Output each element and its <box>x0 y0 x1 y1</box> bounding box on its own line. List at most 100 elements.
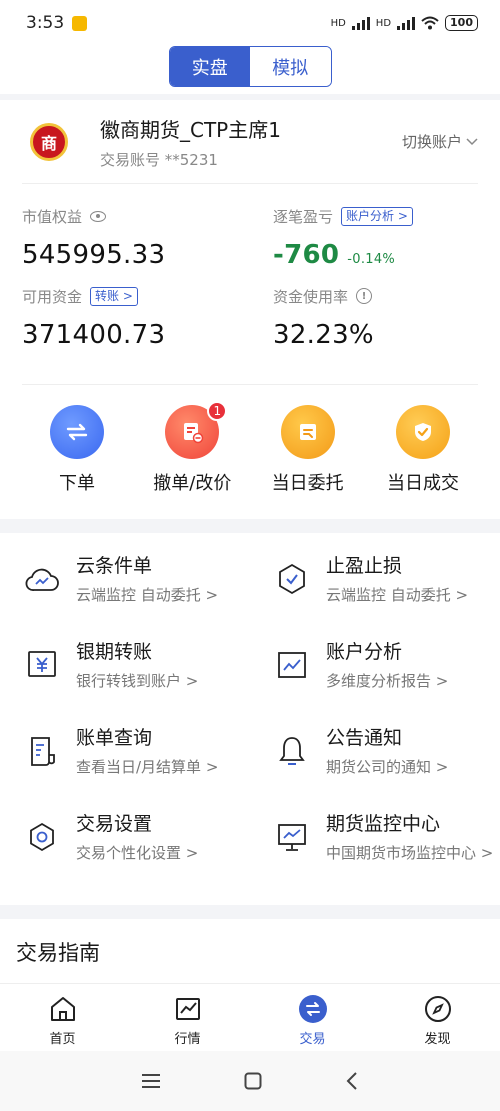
monitor-title: 期货监控中心 <box>326 813 441 835</box>
account-name: 徽商期货_CTP主席1 <box>100 117 281 142</box>
order-icon <box>50 405 104 459</box>
signal-icon-1 <box>351 16 370 30</box>
switch-account-label: 切换账户 <box>401 133 462 151</box>
analysis-sub: 多维度分析报告 > <box>326 672 449 690</box>
cloud-title: 云条件单 <box>76 555 153 577</box>
quick-cancel[interactable]: 1 撤单/改价 <box>137 401 247 495</box>
menu-icon[interactable] <box>141 1073 161 1089</box>
wifi-icon <box>421 16 439 30</box>
settings-sub: 交易个性化设置 > <box>76 844 199 862</box>
guide-title: 交易指南 <box>16 941 100 965</box>
metric-pnl: 逐笔盈亏 账户分析 > -760 -0.14% <box>273 204 478 284</box>
bill-title: 账单查询 <box>76 727 153 749</box>
usage-label-row: 资金使用率 ! <box>273 284 478 308</box>
metrics-grid: 市值权益 545995.33 逐笔盈亏 账户分析 > -760 -0.14% 可… <box>22 184 478 385</box>
nav-trade[interactable]: 交易 <box>250 984 375 1051</box>
nav-discover-label: 发现 <box>424 1032 451 1047</box>
account-row[interactable]: 商 徽商期货_CTP主席1 交易账号 **5231 切换账户 <box>22 100 478 184</box>
pnl-percent: -0.14% <box>347 252 396 267</box>
feature-cloud-order[interactable]: 云条件单 云端监控 自动委托 > <box>24 551 274 637</box>
feature-grid: 云条件单 云端监控 自动委托 > 止盈止损 云端监控 自动委托 > 银期转账 银… <box>24 551 493 895</box>
notice-sub: 期货公司的通知 > <box>326 758 449 776</box>
today-orders-label: 当日委托 <box>271 473 344 494</box>
feature-stop[interactable]: 止盈止损 云端监控 自动委托 > <box>274 551 493 637</box>
home-icon <box>48 994 78 1024</box>
cloud-sub: 云端监控 自动委托 > <box>76 586 219 604</box>
available-label-row: 可用资金 转账 > <box>22 284 273 308</box>
quick-actions: 下单 1 撤单/改价 当日委托 当日成交 <box>22 385 478 519</box>
status-left: 3:53 <box>26 13 88 33</box>
home-square-icon[interactable] <box>244 1072 262 1090</box>
stop-title: 止盈止损 <box>326 555 403 577</box>
feature-transfer[interactable]: 银期转账 银行转钱到账户 > <box>24 637 274 723</box>
nav-home-label: 首页 <box>49 1032 76 1047</box>
transfer-title: 银期转账 <box>76 641 153 663</box>
feature-settings[interactable]: 交易设置 交易个性化设置 > <box>24 809 274 895</box>
analysis-title: 账户分析 <box>326 641 403 663</box>
bill-text: 账单查询 查看当日/月结算单 > <box>76 723 218 777</box>
stop-text: 止盈止损 云端监控 自动委托 > <box>326 551 468 605</box>
trade-icon <box>298 994 328 1024</box>
tab-real[interactable]: 实盘 <box>169 47 250 86</box>
feature-card: 云条件单 云端监控 自动委托 > 止盈止损 云端监控 自动委托 > 银期转账 银… <box>0 533 500 905</box>
transfer-sub: 银行转钱到账户 > <box>76 672 199 690</box>
nav-market[interactable]: 行情 <box>125 984 250 1051</box>
today-orders-icon <box>280 405 335 459</box>
quick-today-orders[interactable]: 当日委托 <box>253 405 363 495</box>
battery-icon: 100 <box>445 15 478 31</box>
clock: 3:53 <box>26 13 65 33</box>
cloud-text: 云条件单 云端监控 自动委托 > <box>76 551 218 605</box>
eye-icon[interactable] <box>90 210 107 222</box>
monitor-icon <box>274 819 310 855</box>
tab-sim[interactable]: 模拟 <box>250 47 331 86</box>
nav-trade-label: 交易 <box>299 1032 326 1047</box>
settings-text: 交易设置 交易个性化设置 > <box>76 809 198 863</box>
pnl-label-row: 逐笔盈亏 账户分析 > <box>273 204 478 228</box>
system-nav-bar <box>0 1051 500 1111</box>
logo-text: 商 <box>40 133 57 153</box>
back-icon[interactable] <box>345 1072 359 1090</box>
switch-account-button[interactable]: 切换账户 <box>402 131 478 152</box>
metric-equity: 市值权益 545995.33 <box>22 204 273 284</box>
cancel-badge: 1 <box>207 401 228 421</box>
account-analysis-link[interactable]: 账户分析 > <box>341 206 413 226</box>
feature-notice[interactable]: 公告通知 期货公司的通知 > <box>274 723 493 809</box>
bill-icon <box>24 733 60 769</box>
account-card: 商 徽商期货_CTP主席1 交易账号 **5231 切换账户 市值权益 5459… <box>0 100 500 519</box>
usage-value: 32.23% <box>273 320 374 350</box>
mode-toggle-bar: 实盘 模拟 <box>0 46 500 94</box>
transfer-link[interactable]: 转账 > <box>90 286 138 306</box>
pnl-value-row: -760 -0.14% <box>273 240 478 270</box>
monitor-sub: 中国期货市场监控中心 > <box>326 844 494 862</box>
notification-icon <box>72 15 88 31</box>
nav-home[interactable]: 首页 <box>0 984 125 1051</box>
nav-discover[interactable]: 发现 <box>375 984 500 1051</box>
usage-label: 资金使用率 <box>273 287 349 306</box>
equity-label-row: 市值权益 <box>22 204 273 228</box>
quick-order[interactable]: 下单 <box>22 405 132 495</box>
order-label: 下单 <box>59 473 95 494</box>
pnl-value: -760 <box>273 240 340 270</box>
monitor-text: 期货监控中心 中国期货市场监控中心 > <box>326 809 493 863</box>
market-chart-icon <box>173 994 203 1024</box>
feature-analysis[interactable]: 账户分析 多维度分析报告 > <box>274 637 493 723</box>
metric-available: 可用资金 转账 > 371400.73 <box>22 284 273 364</box>
compass-icon <box>423 994 453 1024</box>
status-bar: 3:53 HD HD 100 <box>0 0 500 46</box>
feature-bill[interactable]: 账单查询 查看当日/月结算单 > <box>24 723 274 809</box>
today-trades-label: 当日成交 <box>386 473 459 494</box>
notice-title: 公告通知 <box>326 727 403 749</box>
shield-icon <box>274 561 310 597</box>
signal-icon-2 <box>397 16 416 30</box>
hd-label-2: HD <box>375 17 392 29</box>
settings-hex-icon <box>24 819 60 855</box>
transfer-text: 银期转账 银行转钱到账户 > <box>76 637 198 691</box>
cancel-label: 撤单/改价 <box>153 473 232 494</box>
feature-monitor[interactable]: 期货监控中心 中国期货市场监控中心 > <box>274 809 493 895</box>
bell-icon <box>274 733 310 769</box>
quick-today-trades[interactable]: 当日成交 <box>368 405 478 495</box>
info-icon[interactable]: ! <box>356 288 373 304</box>
broker-logo: 商 <box>30 122 68 161</box>
chevron-down-icon <box>466 137 478 145</box>
status-right: HD HD 100 <box>331 15 478 31</box>
